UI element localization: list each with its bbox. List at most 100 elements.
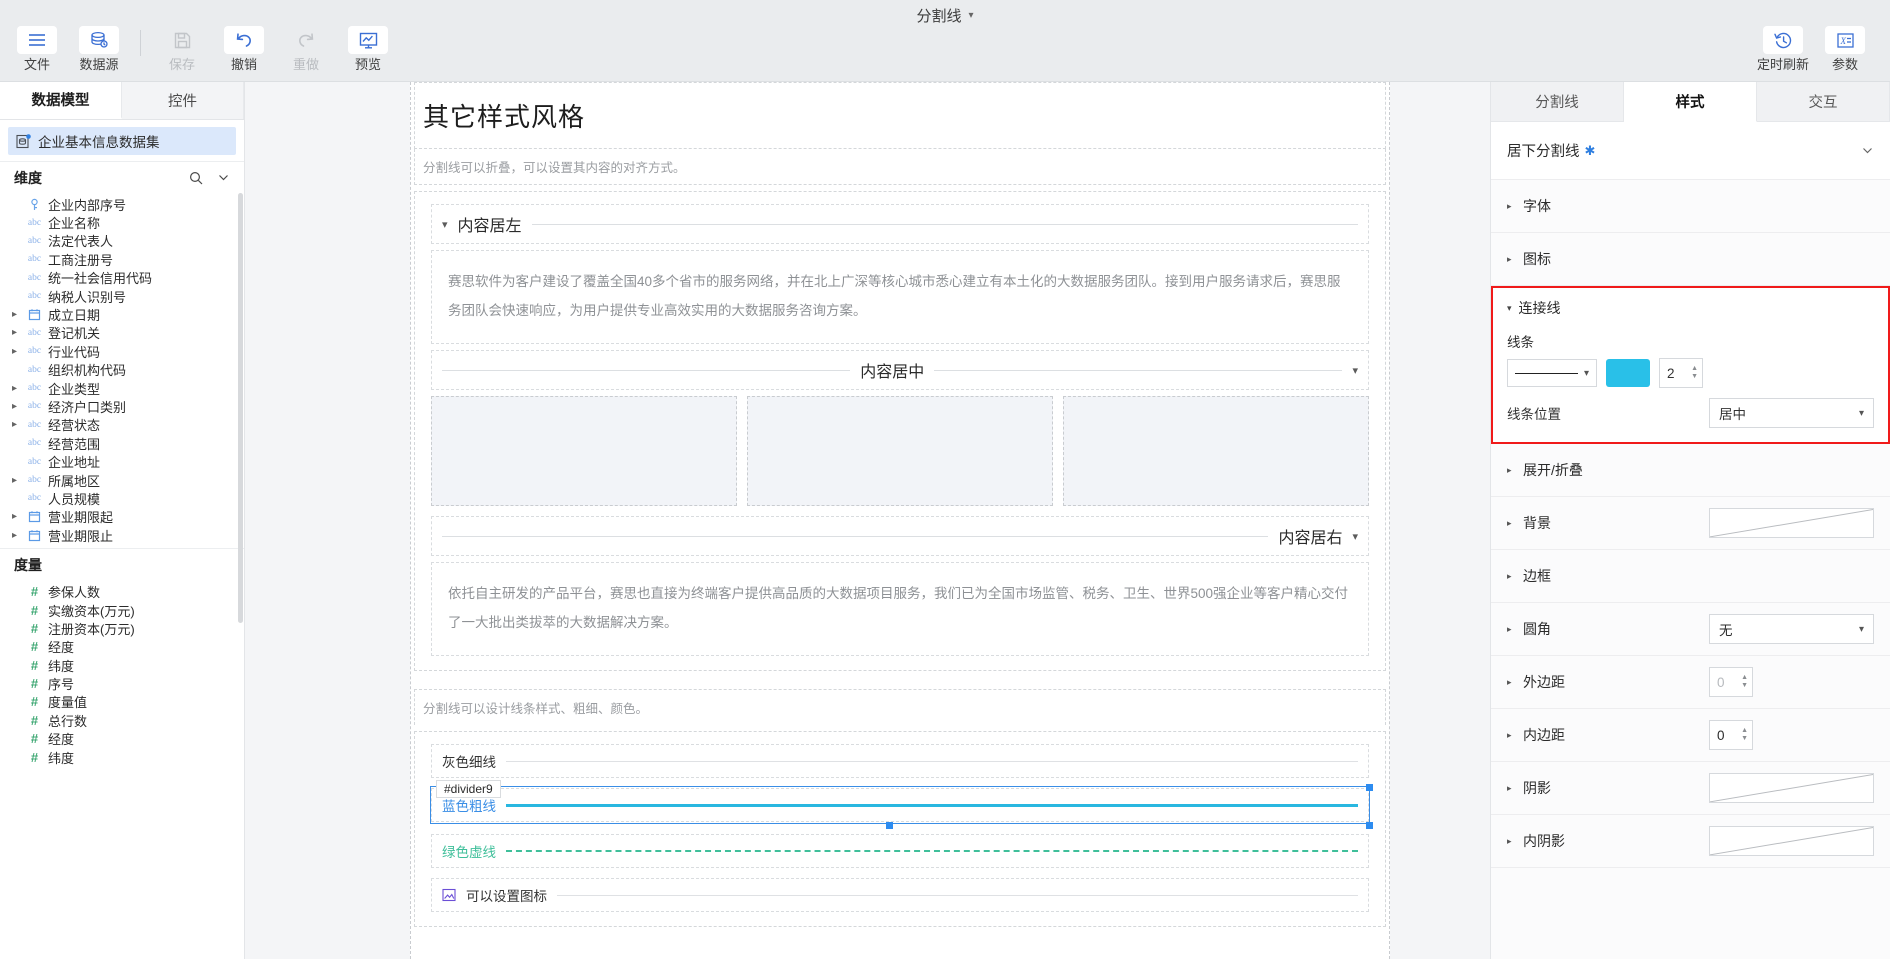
caption-block-2[interactable]: 分割线可以设计线条样式、粗细、颜色。 bbox=[414, 689, 1386, 725]
property-row-icon[interactable]: ▸ 图标 bbox=[1491, 233, 1890, 286]
left-panel-scrollbar[interactable] bbox=[238, 193, 243, 623]
tree-item[interactable]: ▸abc经营状态 bbox=[0, 416, 244, 434]
property-row[interactable]: ▸边框 bbox=[1491, 550, 1890, 603]
tree-item[interactable]: 企业内部序号 bbox=[0, 195, 244, 213]
tree-item[interactable]: abc组织机构代码 bbox=[0, 361, 244, 379]
property-row-font[interactable]: ▸ 字体 bbox=[1491, 180, 1890, 233]
tree-item[interactable]: ▸成立日期 bbox=[0, 305, 244, 323]
tab-controls[interactable]: 控件 bbox=[122, 82, 244, 119]
line-width-input[interactable]: 2 ▲▼ bbox=[1659, 358, 1703, 388]
stepper-arrows[interactable]: ▲▼ bbox=[1741, 728, 1748, 742]
tree-item[interactable]: abc企业地址 bbox=[0, 452, 244, 470]
tree-item[interactable]: #度量值 bbox=[0, 693, 244, 711]
line-style-select[interactable]: ▾ bbox=[1507, 359, 1597, 387]
tree-item[interactable]: ▸abc行业代码 bbox=[0, 342, 244, 360]
tree-item[interactable]: abc企业名称 bbox=[0, 213, 244, 231]
tree-item[interactable]: abc纳税人识别号 bbox=[0, 287, 244, 305]
connection-line-header[interactable]: ▾ 连接线 bbox=[1507, 298, 1874, 318]
tree-item[interactable]: #经度 bbox=[0, 730, 244, 748]
tab-data-model[interactable]: 数据模型 bbox=[0, 82, 122, 119]
page-title-block[interactable]: 其它样式风格 bbox=[414, 82, 1386, 149]
expand-arrow-icon[interactable]: ▸ bbox=[8, 530, 21, 541]
tab-style[interactable]: 样式 bbox=[1624, 82, 1757, 122]
chevron-down-icon[interactable] bbox=[217, 171, 230, 184]
tree-item[interactable]: ▸营业期限起 bbox=[0, 508, 244, 526]
tree-item[interactable]: abc法定代表人 bbox=[0, 232, 244, 250]
expand-arrow-icon[interactable]: ▸ bbox=[8, 309, 21, 320]
expand-arrow-icon[interactable]: ▸ bbox=[8, 383, 21, 394]
toolbar-button-datasource[interactable]: 数据源 bbox=[68, 26, 130, 73]
line-position-select[interactable]: 居中 ▾ bbox=[1709, 398, 1874, 428]
tree-item[interactable]: ▸营业期限止 bbox=[0, 526, 244, 544]
tree-item[interactable]: ▸abc经济户口类别 bbox=[0, 397, 244, 415]
toolbar-button-save[interactable]: 保存 bbox=[151, 26, 213, 73]
toolbar-button-preview[interactable]: 预览 bbox=[337, 26, 399, 73]
property-number-input[interactable]: 0▲▼ bbox=[1709, 667, 1753, 697]
search-icon[interactable] bbox=[189, 171, 203, 185]
tree-item[interactable]: #序号 bbox=[0, 674, 244, 692]
dataset-item[interactable]: 企业基本信息数据集 bbox=[8, 127, 236, 155]
expand-arrow-icon[interactable]: ▸ bbox=[8, 419, 21, 430]
chevron-down-icon[interactable]: ▾ bbox=[1859, 408, 1864, 419]
gradient-preview[interactable] bbox=[1709, 773, 1874, 803]
tree-item[interactable]: abc工商注册号 bbox=[0, 250, 244, 268]
resize-handle-top[interactable] bbox=[1366, 784, 1373, 791]
tab-interaction[interactable]: 交互 bbox=[1757, 82, 1890, 122]
tree-item[interactable]: abc统一社会信用代码 bbox=[0, 269, 244, 287]
property-row[interactable]: ▸背景 bbox=[1491, 497, 1890, 550]
chevron-down-icon[interactable]: ▾ bbox=[442, 218, 448, 231]
divider-thick-blue[interactable]: #divider9 蓝色粗线 bbox=[431, 788, 1369, 822]
gradient-preview[interactable] bbox=[1709, 826, 1874, 856]
stepper-arrows[interactable]: ▲▼ bbox=[1691, 366, 1698, 380]
tree-item[interactable]: #注册资本(万元) bbox=[0, 619, 244, 637]
property-select[interactable]: 无▾ bbox=[1709, 614, 1874, 644]
tree-item[interactable]: abc人员规模 bbox=[0, 489, 244, 507]
chevron-down-icon[interactable]: ▾ bbox=[1859, 624, 1864, 635]
divider-dashed-green[interactable]: 绿色虚线 bbox=[431, 834, 1369, 868]
property-number-input[interactable]: 0▲▼ bbox=[1709, 720, 1753, 750]
resize-handle-bottom[interactable] bbox=[886, 822, 893, 829]
chevron-down-icon[interactable]: ▾ bbox=[1584, 368, 1589, 379]
line-color-swatch[interactable] bbox=[1606, 359, 1650, 387]
card-placeholder[interactable] bbox=[431, 396, 737, 506]
tree-item[interactable]: ▸abc所属地区 bbox=[0, 471, 244, 489]
chevron-down-icon[interactable]: ▾ bbox=[1352, 530, 1358, 543]
gradient-preview[interactable] bbox=[1709, 508, 1874, 538]
property-row[interactable]: ▸展开/折叠 bbox=[1491, 444, 1890, 497]
tab-divider[interactable]: 分割线 bbox=[1491, 82, 1624, 122]
toolbar-button-scheduled-refresh[interactable]: 定时刷新 bbox=[1752, 26, 1814, 73]
divider-with-icon[interactable]: 可以设置图标 bbox=[431, 878, 1369, 912]
expand-arrow-icon[interactable]: ▸ bbox=[8, 327, 21, 338]
property-row[interactable]: ▸外边距0▲▼ bbox=[1491, 656, 1890, 709]
toolbar-button-parameters[interactable]: X 参数 bbox=[1814, 26, 1876, 73]
chevron-down-icon[interactable] bbox=[1861, 144, 1874, 157]
expand-arrow-icon[interactable]: ▸ bbox=[8, 475, 21, 486]
divider-content-center[interactable]: 内容居中 ▾ bbox=[431, 350, 1369, 390]
tree-item[interactable]: #纬度 bbox=[0, 656, 244, 674]
tree-item[interactable]: ▸abc企业类型 bbox=[0, 379, 244, 397]
document-title-bar[interactable]: 分割线 ▾ bbox=[0, 4, 1890, 26]
divider-thin-gray[interactable]: 灰色细线 bbox=[431, 744, 1369, 778]
card-placeholder[interactable] bbox=[747, 396, 1053, 506]
property-row[interactable]: ▸内阴影 bbox=[1491, 815, 1890, 868]
component-selector[interactable]: 居下分割线 ✱ bbox=[1491, 122, 1890, 180]
expand-arrow-icon[interactable]: ▸ bbox=[8, 511, 21, 522]
chevron-down-icon[interactable]: ▾ bbox=[1352, 364, 1358, 377]
tree-item[interactable]: ▸abc登记机关 bbox=[0, 324, 244, 342]
caption-block-1[interactable]: 分割线可以折叠，可以设置其内容的对齐方式。 bbox=[414, 149, 1386, 185]
card-placeholder[interactable] bbox=[1063, 396, 1369, 506]
divider-content-right[interactable]: 内容居右 ▾ bbox=[431, 516, 1369, 556]
resize-handle-corner[interactable] bbox=[1366, 822, 1373, 829]
chevron-down-icon[interactable]: ▾ bbox=[968, 10, 973, 21]
stepper-arrows[interactable]: ▲▼ bbox=[1741, 675, 1748, 689]
tree-item[interactable]: #参保人数 bbox=[0, 582, 244, 600]
property-row[interactable]: ▸阴影 bbox=[1491, 762, 1890, 815]
expand-arrow-icon[interactable]: ▸ bbox=[8, 401, 21, 412]
tree-item[interactable]: #经度 bbox=[0, 638, 244, 656]
property-row[interactable]: ▸圆角无▾ bbox=[1491, 603, 1890, 656]
toolbar-button-redo[interactable]: 重做 bbox=[275, 26, 337, 73]
tree-item[interactable]: #纬度 bbox=[0, 748, 244, 766]
toolbar-button-undo[interactable]: 撤销 bbox=[213, 26, 275, 73]
tree-item[interactable]: #总行数 bbox=[0, 711, 244, 729]
field-list-scroll[interactable]: 企业内部序号abc企业名称abc法定代表人abc工商注册号abc统一社会信用代码… bbox=[0, 193, 244, 959]
